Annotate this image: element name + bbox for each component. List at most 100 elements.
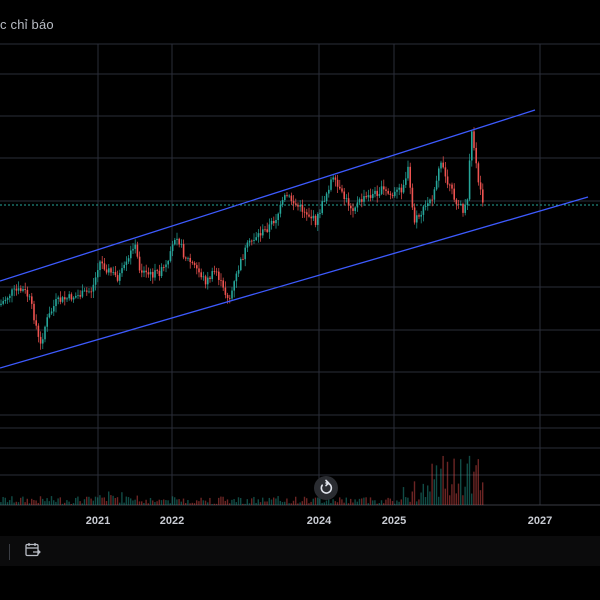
volume-bar (242, 503, 244, 505)
volume-bar (477, 459, 479, 505)
candle-body (466, 199, 469, 205)
volume-bar (26, 498, 28, 505)
candle-body (361, 199, 363, 202)
candle-body (323, 201, 326, 202)
candle-body (132, 248, 134, 251)
candle-body (105, 269, 108, 273)
volume-bar (358, 498, 361, 505)
volume-bar (68, 501, 70, 505)
candle-body (200, 272, 202, 278)
candle-body (347, 198, 350, 206)
volume-bar (220, 496, 222, 505)
candle-body (420, 214, 422, 217)
volume-bar (156, 501, 158, 505)
candle-body (11, 289, 13, 296)
volume-bar (198, 501, 200, 505)
volume-bar (473, 471, 475, 505)
volume-bar (347, 503, 350, 505)
candle-body (125, 261, 128, 265)
volume-bar (165, 500, 167, 505)
candle-body (207, 277, 209, 285)
candle-body (270, 220, 273, 225)
volume-bar (288, 503, 290, 505)
candle-body (292, 201, 295, 204)
volume-bar (440, 468, 442, 505)
volume-bar (332, 499, 334, 505)
volume-bar (160, 500, 163, 505)
candle-body (79, 295, 81, 297)
volume-bar (253, 496, 255, 505)
candle-body (55, 299, 57, 307)
candle-body (308, 214, 310, 217)
candle-body (68, 294, 70, 299)
candle-body (141, 270, 143, 273)
candle-body (455, 199, 458, 205)
volume-bar (394, 503, 396, 505)
candle-body (103, 263, 106, 270)
candle-body (372, 193, 374, 198)
volume-bar (147, 503, 149, 505)
candle-body (297, 204, 299, 207)
candle-body (163, 267, 165, 268)
volume-bar (101, 497, 103, 505)
volume-bar (268, 497, 270, 505)
volume-bar (303, 496, 306, 505)
candle-body (123, 264, 125, 269)
date-range-button[interactable] (24, 541, 42, 559)
volume-bar (240, 498, 242, 505)
volume-bar (158, 499, 160, 505)
candle-body (130, 250, 132, 259)
candle-body (345, 198, 348, 200)
volume-bar (2, 496, 4, 505)
volume-bar (44, 501, 46, 505)
volume-bar (123, 502, 125, 505)
volume-bar (251, 498, 253, 505)
volume-bar (273, 497, 275, 505)
volume-bar (204, 500, 207, 505)
candle-body (152, 271, 154, 278)
volume-bar (143, 503, 145, 505)
candle-body (240, 259, 242, 271)
volume-bar (121, 492, 123, 505)
candle-body (374, 190, 376, 194)
volume-bar (451, 484, 453, 505)
volume-bar (167, 500, 169, 505)
volume-bar (229, 503, 231, 505)
candle-body (66, 298, 68, 300)
volume-bar (341, 499, 343, 505)
candle-body (72, 297, 75, 300)
channel-lower-line[interactable] (0, 196, 589, 369)
candle-body (380, 186, 383, 194)
volume-bar (13, 502, 15, 505)
candle-body (242, 259, 244, 260)
volume-bar (308, 503, 310, 505)
volume-bar (182, 498, 185, 505)
volume-bar (64, 502, 66, 505)
volume-bar (90, 498, 92, 505)
volume-bar (334, 501, 336, 505)
volume-bar (376, 503, 378, 505)
price-chart[interactable]: 2021 2022 2024 2025 2027 (0, 0, 600, 536)
candle-body (81, 290, 84, 297)
candle-body (180, 244, 183, 245)
candle-body (266, 229, 268, 232)
candle-body (290, 195, 293, 202)
time-label-2025: 2025 (382, 515, 406, 527)
reset-chart-button[interactable] (314, 476, 338, 500)
volume-bar (310, 501, 312, 505)
volume-bar (438, 496, 440, 505)
volume-bar (185, 503, 187, 505)
volume-bar (431, 463, 433, 505)
candle-body (321, 201, 323, 214)
candle-body (213, 271, 216, 272)
volume-bar (378, 503, 380, 505)
candle-body (435, 180, 438, 190)
volume-bar (17, 502, 20, 505)
volume-bar (350, 498, 352, 505)
volume-bar (180, 501, 182, 505)
candle-body (418, 215, 420, 217)
candle-body (189, 257, 191, 262)
candle-body (44, 326, 46, 340)
volume-bar (411, 491, 413, 505)
candle-body (196, 265, 198, 269)
